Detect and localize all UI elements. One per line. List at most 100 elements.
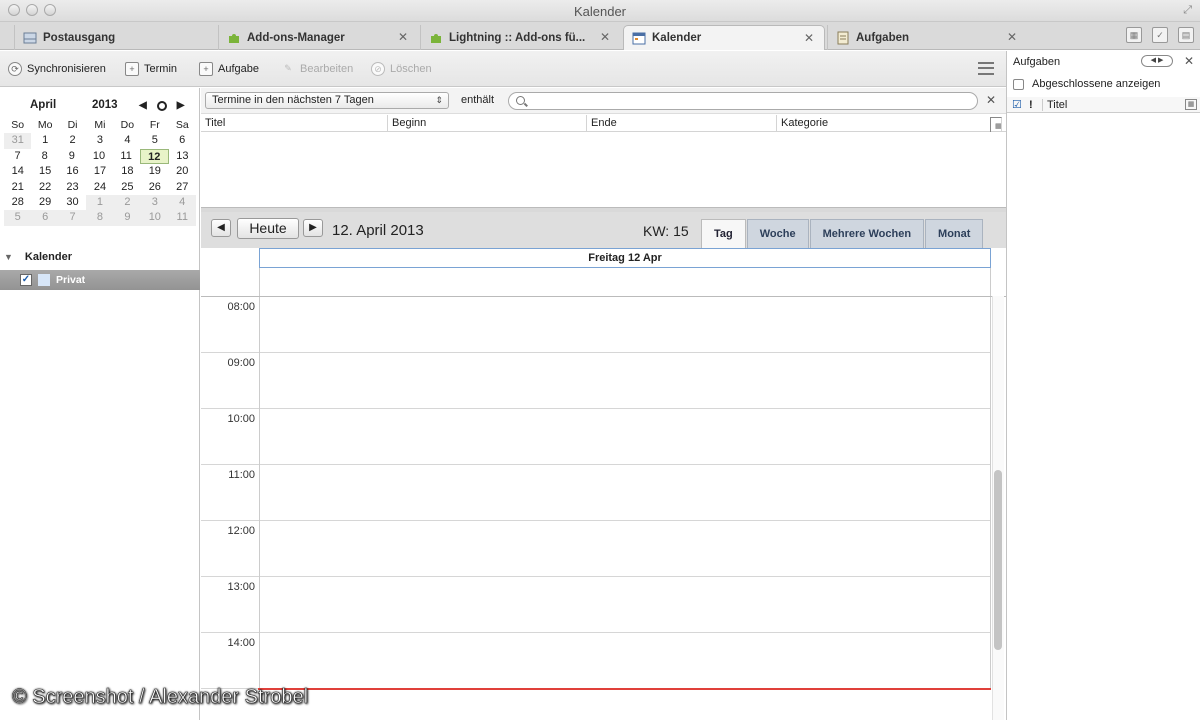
column-end[interactable]: Ende (587, 115, 777, 132)
close-icon[interactable]: ✕ (1184, 54, 1194, 68)
hour-slot[interactable] (259, 577, 991, 633)
minical-day[interactable]: 20 (169, 164, 196, 179)
minical-day[interactable]: 15 (31, 164, 58, 179)
delete-button[interactable]: ⊘ Löschen (371, 62, 432, 76)
tab-lightning-add-ons[interactable]: Lightning :: Add-ons fü... ✕ (420, 25, 620, 50)
next-month-icon[interactable]: ▶ (177, 100, 185, 111)
minical-day[interactable]: 11 (168, 210, 196, 226)
tab-postausgang[interactable]: Postausgang (14, 25, 216, 50)
minical-day[interactable]: 19 (141, 164, 168, 179)
show-completed-checkbox[interactable]: Abgeschlossene anzeigen (1013, 78, 1160, 90)
calendar-list-header[interactable]: ▼ Kalender (4, 251, 72, 263)
search-input[interactable] (508, 92, 978, 110)
fullscreen-icon[interactable]: ⤢ (1183, 4, 1192, 17)
calendar-mode-icon[interactable]: ▦ (1126, 27, 1142, 43)
minical-day[interactable]: 23 (59, 180, 86, 195)
minical-day[interactable]: 3 (141, 194, 169, 211)
tab-aufgaben[interactable]: Aufgaben ✕ (827, 25, 1027, 50)
minical-day[interactable]: 11 (113, 149, 140, 164)
close-icon[interactable]: ✕ (804, 31, 814, 45)
minical-day[interactable]: 22 (31, 180, 58, 195)
minical-day[interactable]: 12 (139, 148, 169, 165)
next-day-button[interactable]: ▶ (303, 219, 323, 237)
minical-day[interactable]: 24 (86, 180, 113, 195)
minical-day[interactable]: 1 (86, 194, 114, 211)
today-button[interactable]: Heute (237, 218, 299, 239)
prev-month-icon[interactable]: ◀ (139, 100, 147, 111)
minical-month[interactable]: April (30, 99, 56, 111)
minical-day[interactable]: 18 (114, 164, 141, 179)
date-range-select[interactable]: Termine in den nächsten 7 Tagen ⇕ (205, 92, 449, 109)
tab-multiweek[interactable]: Mehrere Wochen (809, 219, 925, 248)
scrollbar-thumb[interactable] (994, 470, 1002, 650)
minical-day[interactable]: 31 (4, 133, 32, 149)
column-picker-icon[interactable]: ▦ (1185, 99, 1197, 110)
minical-day[interactable]: 7 (4, 149, 31, 164)
prev-day-button[interactable]: ◀ (211, 219, 231, 237)
sidebar-nav-icon[interactable]: ◀ ▶ (1141, 55, 1173, 67)
minical-day[interactable]: 10 (141, 210, 169, 226)
minical-day[interactable]: 6 (31, 210, 59, 226)
minical-day[interactable]: 2 (59, 133, 86, 148)
minical-day[interactable]: 13 (169, 149, 196, 164)
minical-day[interactable]: 17 (86, 164, 113, 179)
tab-week[interactable]: Woche (746, 219, 809, 248)
minical-day[interactable]: 4 (114, 133, 141, 148)
column-start[interactable]: Beginn (388, 115, 587, 132)
completed-column-icon[interactable]: ☑ (1007, 98, 1029, 111)
close-icon[interactable]: ✕ (600, 30, 610, 44)
title-column[interactable]: Titel (1043, 99, 1067, 111)
new-task-button[interactable]: + Aufgabe (199, 62, 259, 76)
today-icon[interactable] (156, 100, 167, 111)
edit-button[interactable]: ✎ Bearbeiten (281, 62, 353, 76)
minical-day[interactable]: 4 (168, 194, 196, 211)
tab-day[interactable]: Tag (701, 219, 746, 248)
tab-add-ons-manager[interactable]: Add-ons-Manager ✕ (218, 25, 418, 50)
minical-day[interactable]: 6 (169, 133, 196, 148)
close-icon[interactable]: ✕ (1007, 30, 1017, 44)
disclosure-triangle-icon[interactable]: ▼ (4, 252, 13, 262)
hour-slot[interactable] (259, 521, 991, 577)
all-day-area[interactable] (259, 268, 991, 296)
minical-day[interactable]: 27 (169, 180, 196, 195)
hour-slot[interactable] (259, 353, 991, 409)
new-event-button[interactable]: + Termin (125, 62, 177, 76)
hour-slot[interactable] (259, 297, 991, 353)
minical-day[interactable]: 9 (58, 149, 85, 164)
hour-slot[interactable] (259, 465, 991, 521)
tab-month[interactable]: Monat (925, 219, 984, 248)
minical-day[interactable]: 21 (4, 180, 31, 195)
sync-button[interactable]: ⟳ Synchronisieren (8, 62, 106, 76)
calendar-item-privat[interactable]: ✓ Privat (0, 270, 200, 290)
close-icon[interactable]: ✕ (398, 30, 408, 44)
minical-year[interactable]: 2013 (92, 99, 118, 111)
column-category[interactable]: Kategorie (777, 115, 989, 132)
tasks-mode-icon[interactable]: ✓ (1152, 27, 1168, 43)
tab-kalender[interactable]: Kalender ✕ (623, 25, 825, 50)
minical-day[interactable]: 1 (31, 133, 58, 148)
minical-day[interactable]: 5 (141, 133, 168, 148)
minical-day[interactable]: 8 (31, 149, 58, 164)
close-icon[interactable]: ✕ (986, 93, 996, 107)
minical-day[interactable]: 10 (85, 149, 112, 164)
checkbox[interactable] (1013, 78, 1024, 90)
minical-day[interactable]: 9 (113, 210, 142, 226)
minical-day[interactable]: 2 (113, 194, 142, 211)
mail-mode-icon[interactable]: ▤ (1178, 27, 1194, 43)
minical-day[interactable]: 8 (86, 210, 114, 226)
minical-day[interactable]: 5 (4, 210, 32, 226)
minical-day[interactable]: 30 (59, 195, 86, 210)
minical-day[interactable]: 29 (31, 195, 58, 210)
minical-day[interactable]: 14 (4, 164, 31, 179)
hour-slot[interactable] (259, 633, 991, 689)
minical-day[interactable]: 7 (58, 210, 87, 226)
minical-day[interactable]: 28 (4, 195, 31, 210)
minical-day[interactable]: 25 (114, 180, 141, 195)
column-title[interactable]: Titel (201, 115, 388, 132)
menu-icon[interactable] (978, 62, 994, 75)
calendar-checkbox[interactable]: ✓ (20, 274, 32, 286)
minical-day[interactable]: 3 (86, 133, 113, 148)
hour-slot[interactable] (259, 409, 991, 465)
minical-day[interactable]: 16 (59, 164, 86, 179)
priority-column[interactable]: ! (1029, 98, 1043, 111)
